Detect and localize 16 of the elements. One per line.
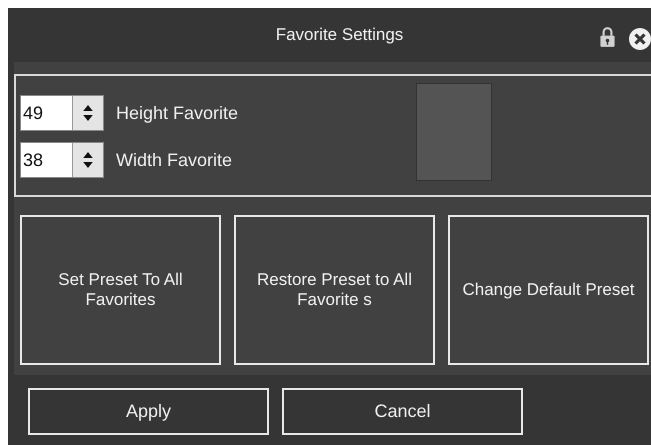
up-arrow-icon[interactable] (82, 151, 94, 159)
number-spinner[interactable]: 38 (20, 142, 104, 178)
preset-button[interactable]: Set Preset To All Favorites (20, 215, 221, 365)
spinner-label: Width Favorite (116, 150, 232, 170)
lock-icon[interactable] (599, 26, 616, 48)
number-spinner[interactable]: 49 (20, 95, 104, 131)
close-icon[interactable] (629, 28, 651, 50)
up-arrow-icon[interactable] (82, 104, 94, 112)
down-arrow-icon[interactable] (82, 114, 94, 122)
preset-button[interactable]: Change Default Preset (448, 215, 649, 365)
dialog-button[interactable]: Cancel (282, 388, 523, 435)
dialog-button[interactable]: Apply (28, 388, 269, 435)
window-title: Favorite Settings (276, 25, 404, 45)
preset-button[interactable]: Restore Preset to All Favorite s (234, 215, 435, 365)
down-arrow-icon[interactable] (82, 161, 94, 169)
spinner-label: Height Favorite (116, 102, 238, 124)
